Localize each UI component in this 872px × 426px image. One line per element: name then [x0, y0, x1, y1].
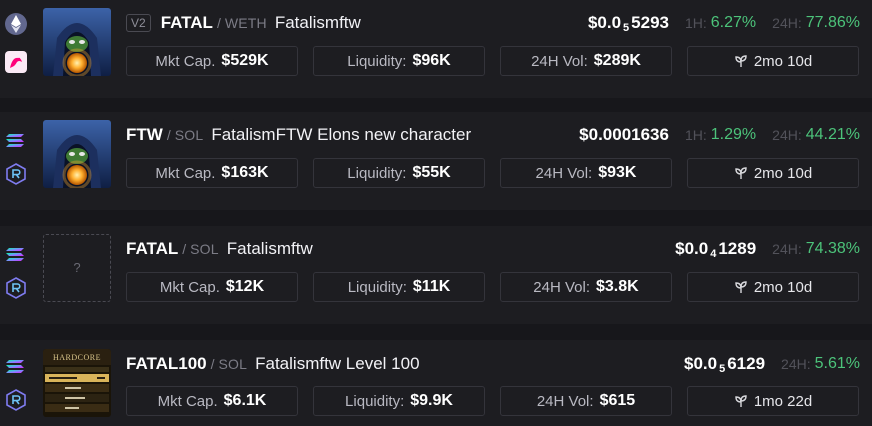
change-1h-label: 1H:: [684, 15, 707, 31]
token-name: FatalismFTW Elons new character: [211, 125, 472, 144]
token-price: $0.0 5 5293: [587, 12, 669, 34]
quote-symbol: SOL: [190, 241, 219, 257]
token-price: $0.0 4 1289: [675, 238, 757, 260]
sprout-icon: [735, 55, 747, 67]
sprout-icon: [735, 167, 747, 179]
liquidity-stat: Liquidity: $96K: [313, 46, 485, 76]
token-thumbnail[interactable]: [43, 120, 111, 188]
token-card[interactable]: V2 FATAL / WETH Fatalismftw $0.0 5 5293 1H…: [0, 0, 872, 98]
svg-text:HARDCORE: HARDCORE: [53, 353, 101, 362]
solana-icon: [6, 360, 24, 373]
token-thumbnail-placeholder[interactable]: ?: [43, 234, 111, 302]
change-24h-label: 24H:: [772, 127, 802, 143]
token-card[interactable]: HARDCORE FATAL100 / SOL Fatalismftw Leve…: [0, 340, 872, 426]
market-cap-stat: Mkt Cap. $12K: [126, 272, 298, 302]
solana-icon: [6, 248, 24, 261]
token-title-row: FATAL100 / SOL Fatalismftw Level 100 $0.…: [126, 351, 860, 377]
sprout-icon: [735, 281, 747, 293]
change-24h-label: 24H:: [772, 241, 802, 257]
token-name: Fatalismftw Level 100: [255, 354, 420, 373]
token-symbol: FATAL: [126, 239, 179, 258]
hardcore-leaderboard-image: HARDCORE: [43, 349, 111, 417]
token-title-row: FTW / SOL FatalismFTW Elons new characte…: [126, 122, 860, 148]
quote-symbol: SOL: [218, 356, 248, 372]
ethereum-icon: [5, 13, 27, 35]
quote-symbol: WETH: [224, 15, 267, 31]
dex-version-badge: V2: [126, 14, 151, 32]
pair-separator: /: [210, 356, 215, 372]
raydium-icon: [6, 163, 26, 185]
token-symbol: FATAL100: [126, 354, 207, 373]
volume-stat: 24H Vol: $615: [500, 386, 672, 416]
token-symbol: FTW: [126, 125, 163, 144]
quote-symbol: SOL: [174, 127, 204, 143]
volume-stat: 24H Vol: $93K: [500, 158, 672, 188]
liquidity-stat: Liquidity: $55K: [313, 158, 485, 188]
token-symbol: FATAL: [160, 13, 213, 32]
liquidity-stat: Liquidity: $11K: [313, 272, 485, 302]
token-price: $0.0001636: [579, 125, 669, 144]
market-cap-stat: Mkt Cap. $529K: [126, 46, 298, 76]
solana-icon: [6, 134, 24, 147]
token-name: Fatalismftw: [226, 239, 313, 258]
pair-separator: /: [216, 15, 221, 31]
raydium-icon: [6, 277, 26, 299]
liquidity-stat: Liquidity: $9.9K: [313, 386, 485, 416]
market-cap-stat: Mkt Cap. $6.1K: [126, 386, 298, 416]
change-1h-label: 1H:: [684, 127, 707, 143]
uniswap-icon: [5, 51, 27, 73]
change-24h-value: 44.21%: [805, 126, 860, 143]
token-card[interactable]: FTW / SOL FatalismFTW Elons new characte…: [0, 112, 872, 210]
change-24h-value: 77.86%: [805, 14, 860, 31]
token-card[interactable]: ? FATAL / SOL Fatalismftw $0.0 4 1289 24H:…: [0, 226, 872, 324]
age-stat: 1mo 22d: [687, 386, 859, 416]
change-24h-label: 24H:: [772, 15, 802, 31]
age-stat: 2mo 10d: [687, 272, 859, 302]
change-1h-value: 1.29%: [710, 126, 757, 143]
pair-separator: /: [166, 127, 171, 143]
change-24h-value: 5.61%: [814, 355, 860, 372]
sprout-icon: [735, 395, 747, 407]
token-title-row: FATAL / SOL Fatalismftw $0.0 4 1289 24H: 7…: [126, 236, 860, 262]
market-cap-stat: Mkt Cap. $163K: [126, 158, 298, 188]
change-1h-value: 6.27%: [710, 14, 757, 31]
token-name: Fatalismftw: [274, 13, 361, 32]
age-stat: 2mo 10d: [687, 158, 859, 188]
volume-stat: 24H Vol: $3.8K: [500, 272, 672, 302]
token-thumbnail[interactable]: HARDCORE: [43, 349, 111, 417]
token-title-row: V2 FATAL / WETH Fatalismftw $0.0 5 5293 1H…: [126, 10, 860, 36]
raydium-icon: [6, 389, 26, 411]
age-stat: 2mo 10d: [687, 46, 859, 76]
token-thumbnail[interactable]: [43, 8, 111, 76]
change-24h-value: 74.38%: [805, 240, 860, 257]
token-price: $0.0 5 6129: [684, 353, 766, 375]
volume-stat: 24H Vol: $289K: [500, 46, 672, 76]
pair-separator: /: [182, 241, 187, 257]
change-24h-label: 24H:: [781, 356, 811, 372]
